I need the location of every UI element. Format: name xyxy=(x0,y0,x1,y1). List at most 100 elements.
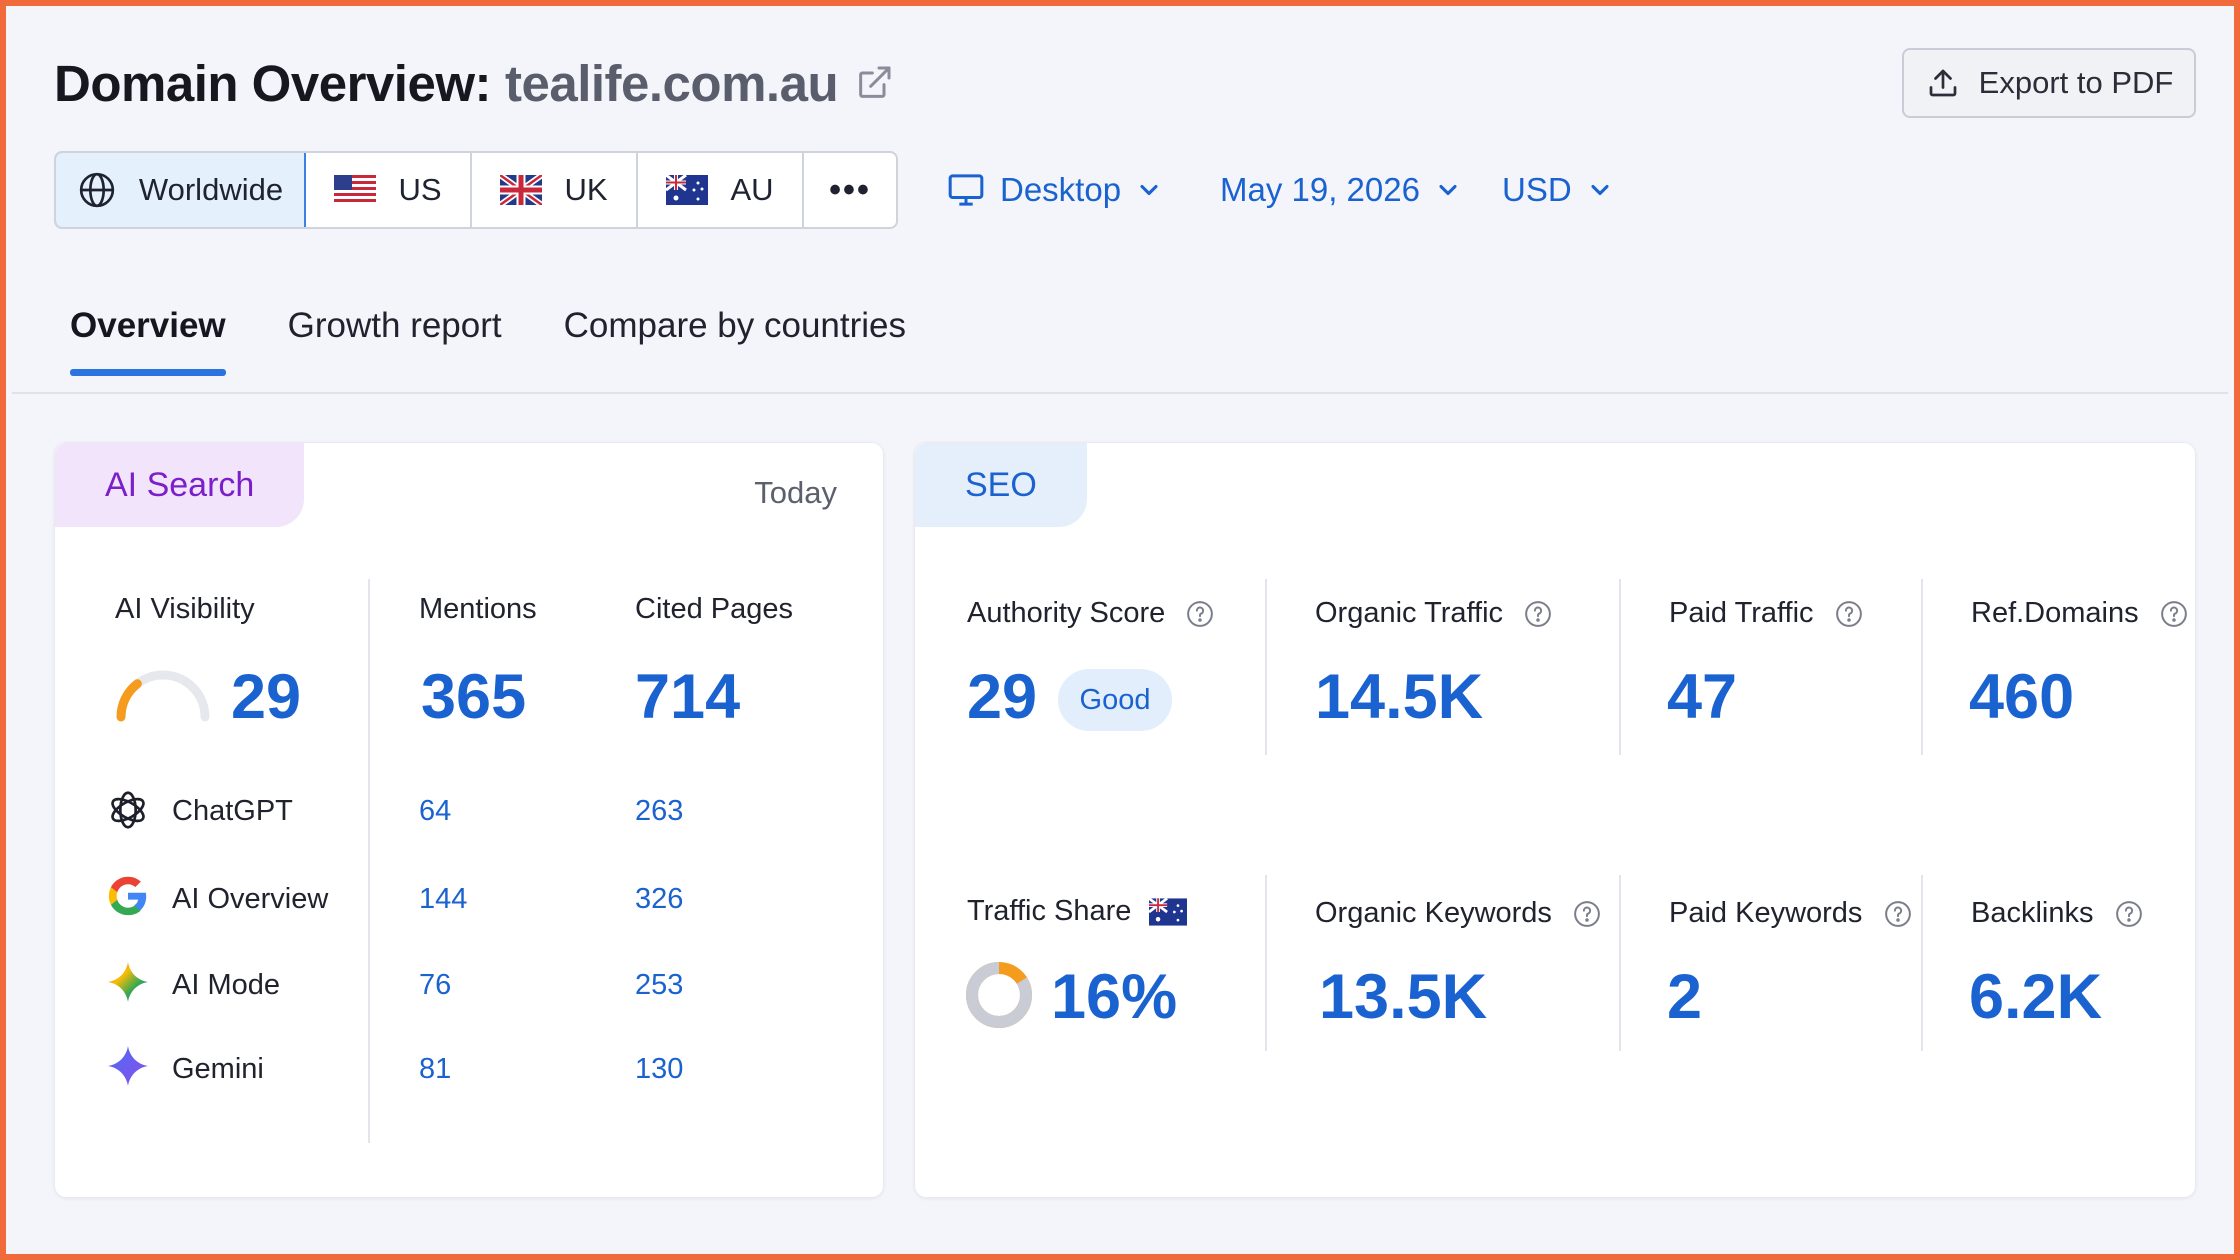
region-selector: Worldwide US UK AU ••• xyxy=(54,151,898,229)
backlinks-value[interactable]: 6.2K xyxy=(1969,961,2102,1033)
help-icon[interactable] xyxy=(1572,899,1602,929)
metric-label: Traffic Share xyxy=(967,895,1132,927)
mentions-label: Mentions xyxy=(419,593,537,625)
tab-bar: Overview Growth report Compare by countr… xyxy=(70,306,906,376)
ai-row-cited[interactable]: 263 xyxy=(635,795,683,828)
column-divider xyxy=(1619,579,1621,755)
ai-row-mentions[interactable]: 76 xyxy=(419,969,451,1002)
chevron-down-icon xyxy=(1439,184,1457,196)
metric-label: Paid Traffic xyxy=(1669,597,1814,629)
desktop-icon xyxy=(948,174,984,206)
organic-keywords-label: Organic Keywords xyxy=(1315,897,1602,930)
mentions-value[interactable]: 365 xyxy=(421,661,526,733)
device-selector[interactable]: Desktop xyxy=(946,151,1163,229)
more-dots-icon: ••• xyxy=(829,170,871,209)
ai-row-name: AI Mode xyxy=(172,969,280,1001)
region-uk[interactable]: UK xyxy=(472,153,638,227)
paid-keywords-value[interactable]: 2 xyxy=(1667,961,1702,1033)
date-label: May 19, 2026 xyxy=(1220,171,1420,208)
organic-traffic-value[interactable]: 14.5K xyxy=(1315,661,1483,733)
region-us[interactable]: US xyxy=(306,153,472,227)
device-label: Desktop xyxy=(1000,171,1122,208)
paid-keywords-label: Paid Keywords xyxy=(1669,897,1913,930)
organic-keywords-value[interactable]: 13.5K xyxy=(1319,961,1487,1033)
ai-visibility-value: 29 xyxy=(231,662,302,732)
ai-row-cited[interactable]: 253 xyxy=(635,969,683,1002)
ai-row-mentions[interactable]: 81 xyxy=(419,1053,451,1086)
column-divider xyxy=(368,579,370,1143)
column-divider xyxy=(1921,875,1923,1051)
help-icon[interactable] xyxy=(1185,599,1215,629)
region-label: AU xyxy=(730,172,774,207)
us-flag-icon xyxy=(334,175,377,205)
tabs-divider xyxy=(12,392,2228,394)
paid-traffic-value[interactable]: 47 xyxy=(1667,661,1737,733)
ai-mode-sparkle-icon xyxy=(107,961,149,1003)
chevron-down-icon xyxy=(1591,184,1609,196)
metric-label: Organic Keywords xyxy=(1315,897,1552,929)
export-pdf-button[interactable]: Export to PDF xyxy=(1902,48,2196,118)
ref-domains-label: Ref.Domains xyxy=(1971,597,2189,630)
metric-label: Paid Keywords xyxy=(1669,897,1863,929)
help-icon[interactable] xyxy=(2159,599,2189,629)
column-divider xyxy=(1265,579,1267,755)
ai-row-name: Gemini xyxy=(172,1053,264,1085)
traffic-share-value[interactable]: 16% xyxy=(1051,961,1177,1033)
help-icon[interactable] xyxy=(1834,599,1864,629)
more-regions-button[interactable]: ••• xyxy=(804,153,896,227)
metric-label: Organic Traffic xyxy=(1315,597,1504,629)
gemini-icon xyxy=(107,1045,149,1087)
tab-overview[interactable]: Overview xyxy=(70,306,226,376)
domain-name: tealife.com.au xyxy=(504,54,839,112)
visibility-gauge xyxy=(116,670,210,722)
ai-row-cited[interactable]: 326 xyxy=(635,883,683,916)
ai-search-tag: AI Search xyxy=(55,443,305,527)
date-selector[interactable]: May 19, 2026 xyxy=(1220,151,1462,229)
cited-pages-value[interactable]: 714 xyxy=(635,661,740,733)
ref-domains-value[interactable]: 460 xyxy=(1969,661,2074,733)
authority-score-label: Authority Score xyxy=(967,597,1215,630)
organic-traffic-label: Organic Traffic xyxy=(1315,597,1553,630)
region-label: US xyxy=(398,172,442,207)
help-icon[interactable] xyxy=(1883,899,1913,929)
ai-visibility-label: AI Visibility xyxy=(115,593,255,625)
external-link-icon[interactable] xyxy=(854,63,894,103)
uk-flag-icon xyxy=(500,175,543,205)
currency-selector[interactable]: USD xyxy=(1502,151,1614,229)
chevron-down-icon xyxy=(1140,184,1158,196)
region-label: UK xyxy=(564,172,608,207)
tab-compare-by-countries[interactable]: Compare by countries xyxy=(564,306,906,376)
metric-label: Backlinks xyxy=(1971,897,2094,929)
metric-label: Authority Score xyxy=(967,597,1166,629)
paid-traffic-label: Paid Traffic xyxy=(1669,597,1864,630)
ai-row-mentions[interactable]: 144 xyxy=(419,883,467,916)
chatgpt-icon xyxy=(111,791,145,829)
help-icon[interactable] xyxy=(2114,899,2144,929)
title-prefix: Domain Overview: xyxy=(54,54,491,112)
page-title: Domain Overview: tealife.com.au xyxy=(54,48,894,118)
help-icon[interactable] xyxy=(1523,599,1553,629)
app-frame: Domain Overview: tealife.com.au Export t… xyxy=(0,0,2240,1260)
tab-growth-report[interactable]: Growth report xyxy=(288,306,502,376)
ai-search-card: AI Search Today AI Visibility 29 Mention… xyxy=(54,442,884,1198)
region-au[interactable]: AU xyxy=(638,153,804,227)
upload-icon xyxy=(1929,69,1957,97)
column-divider xyxy=(1265,875,1267,1051)
backlinks-label: Backlinks xyxy=(1971,897,2144,930)
au-flag-icon xyxy=(1148,897,1188,926)
column-divider xyxy=(1921,579,1923,755)
metric-label: Ref.Domains xyxy=(1971,597,2139,629)
authority-status-badge: Good xyxy=(1058,669,1172,731)
seo-tag: SEO xyxy=(915,443,1087,527)
globe-icon xyxy=(79,172,115,208)
currency-label: USD xyxy=(1502,171,1572,208)
traffic-share-donut xyxy=(966,962,1032,1028)
ai-row-name: AI Overview xyxy=(172,883,329,915)
ai-row-mentions[interactable]: 64 xyxy=(419,795,451,828)
traffic-share-label: Traffic Share xyxy=(967,895,1188,928)
column-divider xyxy=(1619,875,1621,1051)
period-label: Today xyxy=(754,475,837,510)
ai-row-cited[interactable]: 130 xyxy=(635,1053,683,1086)
region-worldwide[interactable]: Worldwide xyxy=(56,153,306,227)
authority-score-value[interactable]: 29 xyxy=(967,661,1037,733)
